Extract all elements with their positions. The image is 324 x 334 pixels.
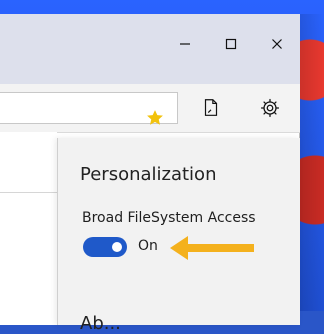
notes-button[interactable] (197, 94, 225, 122)
address-bar[interactable] (0, 92, 178, 125)
maximize-icon (225, 38, 237, 50)
window-controls (162, 28, 300, 60)
notes-icon (204, 99, 218, 116)
arrow-icon (170, 236, 254, 260)
setting-label-broad-filesystem-access: Broad FileSystem Access (82, 210, 256, 226)
minimize-button[interactable] (162, 28, 208, 60)
favorite-button[interactable] (143, 106, 167, 130)
settings-panel: Personalization Broad FileSystem Access … (57, 138, 300, 334)
maximize-button[interactable] (208, 28, 254, 60)
gear-icon (260, 98, 280, 118)
page-content (0, 132, 57, 325)
close-button[interactable] (254, 28, 300, 60)
minimize-icon (180, 43, 190, 45)
panel-title: Personalization (80, 164, 217, 185)
toggle-state-label: On (138, 238, 158, 254)
title-bar (0, 14, 300, 84)
star-icon (147, 110, 163, 125)
settings-button[interactable] (256, 94, 284, 122)
browser-window: Personalization Broad FileSystem Access … (0, 14, 300, 334)
next-section-heading: Ab... (80, 313, 121, 334)
broad-filesystem-access-toggle[interactable] (83, 237, 127, 257)
browser-toolbar (0, 84, 300, 133)
toggle-knob (112, 242, 122, 252)
close-icon (272, 39, 282, 49)
content-divider (0, 192, 57, 193)
